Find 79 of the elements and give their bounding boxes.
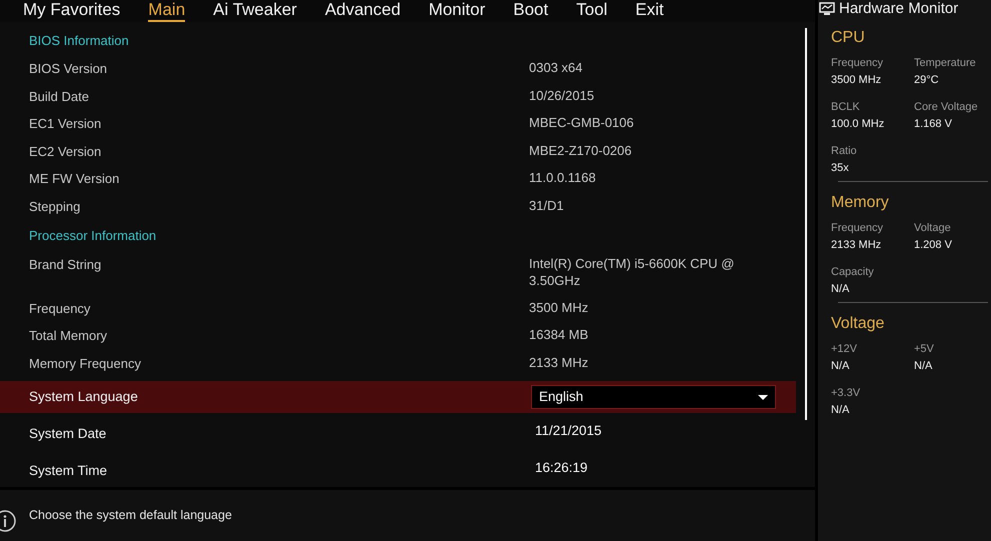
- setting-value[interactable]: 16:26:19: [535, 458, 588, 478]
- menu-tab[interactable]: Ai Tweaker: [213, 0, 297, 22]
- reading-label: Frequency: [831, 222, 884, 235]
- reading-label: Frequency: [831, 57, 884, 70]
- setting-row[interactable]: BIOS Version 0303 x64: [0, 54, 796, 82]
- section-title: Memory: [831, 194, 890, 212]
- reading-value: 1.208 V: [914, 239, 953, 252]
- setting-label: BIOS Version: [29, 60, 108, 78]
- setting-row[interactable]: ME FW Version 11.0.0.1168: [0, 164, 796, 192]
- setting-row[interactable]: EC1 Version MBEC-GMB-0106: [0, 109, 796, 137]
- reading-value: 1.168 V: [914, 118, 953, 131]
- setting-row[interactable]: Stepping 31/D1: [0, 192, 796, 220]
- reading-label: Voltage: [914, 222, 952, 235]
- reading-value: N/A: [914, 360, 934, 373]
- info-value: 31/D1: [529, 196, 565, 215]
- reading-label: Capacity: [831, 266, 875, 279]
- reading-value: 3500 MHz: [831, 74, 882, 87]
- scrollbar[interactable]: [805, 28, 807, 420]
- monitor-icon: [819, 2, 835, 16]
- info-value: MBEC-GMB-0106: [529, 114, 635, 132]
- info-value: 11.0.0.1168: [529, 169, 597, 188]
- reading-label: +3.3V: [831, 387, 862, 400]
- info-value: MBE2-Z170-0206: [529, 142, 633, 160]
- menu-tab[interactable]: Monitor: [428, 0, 486, 22]
- help-text: Choose the system default language: [29, 507, 232, 524]
- menu-tab[interactable]: My Favorites: [23, 0, 120, 22]
- language-dropdown[interactable]: English: [531, 385, 776, 410]
- reading-value: 35x: [831, 162, 850, 175]
- reading-label: BCLK: [831, 101, 861, 114]
- section-heading: Processor Information: [29, 227, 156, 246]
- setting-row[interactable]: System Time 16:26:19: [0, 455, 796, 488]
- setting-label: System Date: [29, 424, 108, 443]
- info-value: 2133 MHz: [529, 354, 590, 372]
- setting-row[interactable]: EC2 Version MBE2-Z170-0206: [0, 136, 796, 164]
- reading-value: N/A: [831, 283, 850, 296]
- menu-tab[interactable]: Advanced: [324, 0, 401, 22]
- info-value: 10/26/2015: [529, 86, 596, 105]
- setting-label: Stepping: [29, 198, 82, 216]
- setting-label: EC1 Version: [29, 115, 102, 134]
- setting-row[interactable]: System Language English: [0, 381, 796, 414]
- setting-label: System Time: [29, 462, 108, 480]
- setting-label: EC2 Version: [29, 142, 102, 161]
- reading-label: Temperature: [914, 57, 977, 70]
- info-value: Intel(R) Core(TM) i5-6600K CPU @ 3.50GHz: [529, 254, 736, 290]
- reading-value: 2133 MHz: [831, 239, 882, 252]
- section-heading: BIOS Information: [29, 32, 129, 50]
- setting-row[interactable]: System Date 11/21/2015: [0, 418, 796, 450]
- setting-label: Total Memory: [29, 327, 108, 346]
- caret-icon: [758, 394, 768, 400]
- setting-row[interactable]: Brand String Intel(R) Core(TM) i5-6600K CPU @ 3.50GHz: [0, 250, 796, 294]
- setting-value[interactable]: 11/21/2015: [535, 420, 602, 442]
- setting-row[interactable]: Build Date 10/26/2015: [0, 82, 796, 110]
- panel-title: Hardware Monitor: [839, 1, 958, 16]
- setting-label: Memory Frequency: [29, 354, 142, 373]
- reading-label: +5V: [914, 343, 935, 356]
- setting-label: Build Date: [29, 88, 90, 106]
- setting-label: Frequency: [29, 300, 92, 318]
- reading-label: +12V: [831, 343, 858, 356]
- reading-value: 100.0 MHz: [831, 118, 886, 131]
- setting-row[interactable]: Total Memory 16384 MB: [0, 321, 796, 349]
- reading-value: 29°C: [914, 74, 940, 87]
- reading-value: N/A: [831, 360, 850, 373]
- setting-row[interactable]: Memory Frequency 2133 MHz: [0, 348, 796, 376]
- info-value: 0303 x64: [529, 59, 584, 78]
- menu-tab[interactable]: Exit: [635, 0, 664, 22]
- setting-row[interactable]: Frequency 3500 MHz: [0, 294, 796, 322]
- menu-tab[interactable]: Boot: [513, 0, 548, 22]
- setting-label: ME FW Version: [29, 170, 120, 188]
- reading-value: N/A: [831, 404, 850, 417]
- setting-label: Brand String: [29, 256, 102, 274]
- section-title: CPU: [831, 29, 866, 47]
- info-value: 16384 MB: [529, 326, 590, 344]
- info-value: 3500 MHz: [529, 298, 590, 317]
- reading-label: Ratio: [831, 145, 858, 158]
- section-title: Voltage: [831, 315, 886, 333]
- reading-label: Core Voltage: [914, 101, 979, 114]
- menu-tab[interactable]: Tool: [576, 0, 608, 22]
- setting-label: System Language: [29, 388, 139, 406]
- info-icon: [0, 510, 16, 532]
